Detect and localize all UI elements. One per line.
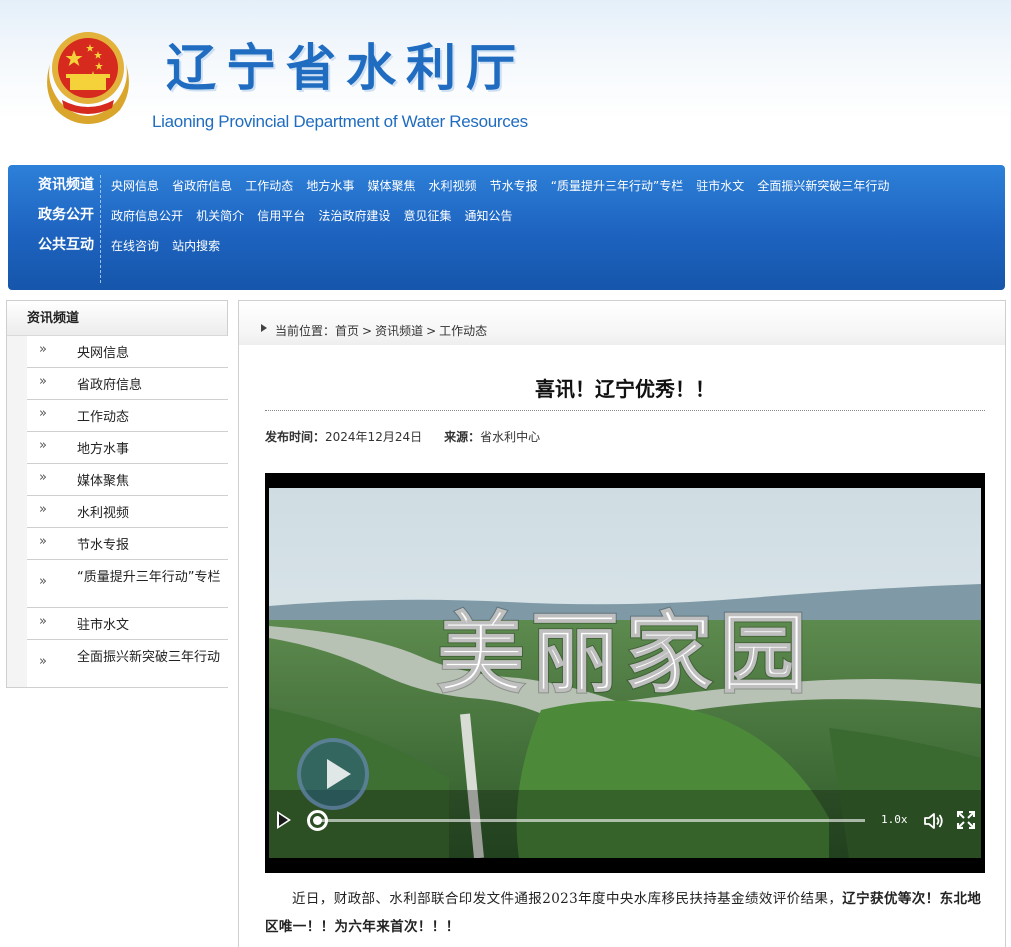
double-chevron-right-icon: » xyxy=(39,406,47,421)
sidebar-item-local-water[interactable]: » 地方水事 xyxy=(27,432,228,464)
nav-link[interactable]: 地方水事 xyxy=(306,174,354,198)
sidebar-item-water-saving[interactable]: » 节水专报 xyxy=(27,528,228,560)
double-chevron-right-icon: » xyxy=(39,438,47,453)
nav-category-gov-affairs[interactable]: 政务公开 xyxy=(8,203,94,233)
nav-link[interactable]: 意见征集 xyxy=(403,204,451,228)
volume-icon[interactable] xyxy=(923,811,945,831)
nav-link[interactable]: 驻市水文 xyxy=(696,174,744,198)
big-play-button[interactable] xyxy=(297,738,369,810)
breadcrumb-separator: > xyxy=(362,324,373,338)
nav-link[interactable]: 工作动态 xyxy=(245,174,293,198)
nav-link[interactable]: 水利视频 xyxy=(429,174,477,198)
video-controls: 1.0x xyxy=(265,803,985,839)
nav-link[interactable]: 全面振兴新突破三年行动 xyxy=(757,174,889,198)
article-panel: 当前位置：首页 > 资讯频道 > 工作动态 喜讯！辽宁优秀！！ 发布时间：2024年12… xyxy=(238,300,1006,947)
nav-link[interactable]: 站内搜索 xyxy=(172,234,220,258)
double-chevron-right-icon: » xyxy=(39,654,47,669)
sidebar-list: » 央网信息 » 省政府信息 » 工作动态 » 地方水事 » 媒体聚焦 » 水利… xyxy=(27,336,228,688)
publish-date: 2024年12月24日 xyxy=(325,430,423,444)
sidebar-item-label: 工作动态 xyxy=(77,410,130,425)
sidebar-item-label: 水利视频 xyxy=(77,506,130,521)
sidebar: 资讯频道 » 央网信息 » 省政府信息 » 工作动态 » 地方水事 » 媒体聚焦… xyxy=(6,300,228,688)
sidebar-item-work-news[interactable]: » 工作动态 xyxy=(27,400,228,432)
source-label: 来源： xyxy=(444,430,481,444)
nav-category-interaction[interactable]: 公共互动 xyxy=(8,233,94,263)
sidebar-item-water-video[interactable]: » 水利视频 xyxy=(27,496,228,528)
breadcrumb-trail: 当前位置：首页 > 资讯频道 > 工作动态 xyxy=(275,322,487,339)
sidebar-item-label: 驻市水文 xyxy=(77,618,130,633)
breadcrumb-current-link[interactable]: 工作动态 xyxy=(439,324,487,338)
breadcrumb-channel-link[interactable]: 资讯频道 xyxy=(375,324,423,338)
nav-link[interactable]: 媒体聚焦 xyxy=(367,174,415,198)
sidebar-item-central-news[interactable]: » 央网信息 xyxy=(27,336,228,368)
double-chevron-right-icon: » xyxy=(39,614,47,629)
nav-link[interactable]: 节水专报 xyxy=(490,174,538,198)
double-chevron-right-icon: » xyxy=(39,470,47,485)
sidebar-item-label: “质量提升三年行动”专栏 xyxy=(77,570,221,585)
nav-link[interactable]: 省政府信息 xyxy=(172,174,232,198)
top-navigation: 资讯频道 政务公开 公共互动 央网信息 省政府信息 工作动态 地方水事 媒体聚焦… xyxy=(8,165,1005,290)
nav-link[interactable]: 通知公告 xyxy=(465,204,513,228)
double-chevron-right-icon: » xyxy=(39,502,47,517)
double-chevron-right-icon: » xyxy=(39,534,47,549)
video-progress-thumb[interactable] xyxy=(307,810,328,831)
video-overlay-text: 美丽家园 xyxy=(437,602,813,705)
nav-row-news: 央网信息 省政府信息 工作动态 地方水事 媒体聚焦 水利视频 节水专报 “质量提… xyxy=(111,173,991,203)
playback-speed[interactable]: 1.0x xyxy=(881,813,908,826)
double-chevron-right-icon: » xyxy=(39,574,47,589)
article-meta: 发布时间：2024年12月24日 来源：省水利中心 xyxy=(265,428,540,445)
nav-row-gov-affairs: 政府信息公开 机关简介 信用平台 法治政府建设 意见征集 通知公告 xyxy=(111,203,991,233)
breadcrumb-separator: > xyxy=(426,324,437,338)
nav-link[interactable]: 在线咨询 xyxy=(111,234,159,258)
nav-divider xyxy=(100,175,101,283)
sidebar-item-label: 全面振兴新突破三年行动 xyxy=(77,650,221,665)
national-emblem-icon xyxy=(47,32,129,124)
sidebar-heading: 资讯频道 xyxy=(7,301,227,336)
site-header: 辽宁省水利厅 Liaoning Provincial Department of… xyxy=(0,0,1011,160)
article-body-text: 近日，财政部、水利部联合印发文件通报2023年度中央水库移民扶持基金绩效评价结果… xyxy=(292,891,843,907)
triangle-right-icon xyxy=(261,324,267,332)
sidebar-item-label: 媒体聚焦 xyxy=(77,474,130,489)
nav-link[interactable]: 机关简介 xyxy=(196,204,244,228)
sidebar-item-label: 节水专报 xyxy=(77,538,130,553)
sidebar-item-label: 省政府信息 xyxy=(77,378,143,393)
nav-link[interactable]: 政府信息公开 xyxy=(111,204,183,228)
sidebar-item-label: 地方水事 xyxy=(77,442,130,457)
video-player[interactable]: 美丽家园 1.0x xyxy=(265,473,985,873)
site-subtitle: Liaoning Provincial Department of Water … xyxy=(152,112,528,131)
double-chevron-right-icon: » xyxy=(39,374,47,389)
sidebar-item-revitalization[interactable]: » 全面振兴新突破三年行动 xyxy=(27,640,228,688)
breadcrumb-home-link[interactable]: 首页 xyxy=(335,324,359,338)
breadcrumb: 当前位置：首页 > 资讯频道 > 工作动态 xyxy=(239,301,1005,345)
article-body: 近日，财政部、水利部联合印发文件通报2023年度中央水库移民扶持基金绩效评价结果… xyxy=(265,885,985,941)
site-title: 辽宁省水利厅 xyxy=(166,39,526,97)
nav-link[interactable]: 央网信息 xyxy=(111,174,159,198)
article-title: 喜讯！辽宁优秀！！ xyxy=(535,377,715,401)
sidebar-item-provincial-gov[interactable]: » 省政府信息 xyxy=(27,368,228,400)
fullscreen-icon[interactable] xyxy=(957,811,975,829)
nav-row-interaction: 在线咨询 站内搜索 xyxy=(111,233,991,263)
article-source: 省水利中心 xyxy=(480,430,541,444)
sidebar-item-quality-column[interactable]: » “质量提升三年行动”专栏 xyxy=(27,560,228,608)
play-icon[interactable] xyxy=(277,811,291,829)
title-divider xyxy=(265,410,985,411)
breadcrumb-prefix: 当前位置： xyxy=(275,324,336,338)
nav-link[interactable]: 信用平台 xyxy=(257,204,305,228)
video-progress-bar[interactable] xyxy=(317,819,865,822)
sidebar-item-media-focus[interactable]: » 媒体聚焦 xyxy=(27,464,228,496)
sidebar-item-label: 央网信息 xyxy=(77,346,130,361)
double-chevron-right-icon: » xyxy=(39,342,47,357)
nav-link[interactable]: “质量提升三年行动”专栏 xyxy=(551,174,683,198)
nav-link-rows: 央网信息 省政府信息 工作动态 地方水事 媒体聚焦 水利视频 节水专报 “质量提… xyxy=(111,173,991,263)
nav-link[interactable]: 法治政府建设 xyxy=(318,204,390,228)
sidebar-item-city-hydrology[interactable]: » 驻市水文 xyxy=(27,608,228,640)
nav-categories: 资讯频道 政务公开 公共互动 xyxy=(8,173,94,263)
nav-category-news[interactable]: 资讯频道 xyxy=(8,173,94,203)
publish-label: 发布时间： xyxy=(265,430,326,444)
